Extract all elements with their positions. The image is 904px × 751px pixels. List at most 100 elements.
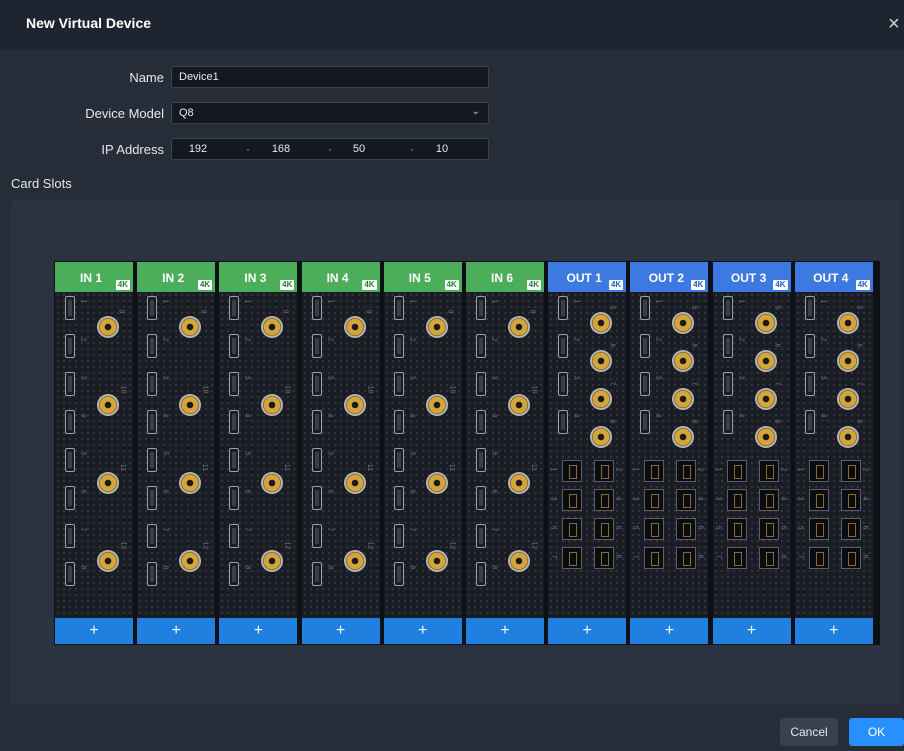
card-slot[interactable]: OUT 3 4K 1 2 3 4 5 6 7 8 1 2 3 4 5 6 7 8 +: [712, 262, 791, 644]
port-number: 4: [654, 413, 662, 418]
hdmi-port-icon: [722, 296, 733, 320]
port-number: 3: [549, 496, 557, 501]
hdmi-port-icon: [147, 562, 158, 586]
close-icon[interactable]: ×: [888, 12, 904, 36]
rj45-port-icon: [808, 489, 829, 511]
rj45-port-icon: [644, 547, 665, 569]
port-number: 2: [819, 337, 827, 342]
cancel-button[interactable]: Cancel: [780, 718, 838, 746]
port-number: 7: [690, 381, 698, 386]
add-card-button[interactable]: +: [548, 618, 627, 644]
card-slot[interactable]: IN 6 4K 1 2 3 4 5 6 7 8 9 10 11 12 +: [466, 262, 544, 644]
card-ports: 1 2 3 4 5 6 7 8 9 10 11 12: [55, 292, 133, 618]
card-header: OUT 2 4K: [630, 262, 709, 292]
port-number: 3: [326, 375, 334, 380]
device-model-value: Q8: [179, 107, 194, 119]
port-number: 11: [283, 463, 291, 472]
port-number: 3: [796, 496, 804, 501]
name-input[interactable]: Device1: [171, 66, 489, 88]
bnc-connector-icon: [672, 312, 695, 334]
rj45-port-icon: [562, 547, 583, 569]
card-slot[interactable]: IN 4 4K 1 2 3 4 5 6 7 8 9 10 11 12 +: [301, 262, 380, 644]
rj45-port-icon: [808, 460, 829, 482]
hdmi-port-icon: [147, 486, 158, 510]
add-card-button[interactable]: +: [55, 618, 133, 644]
ip-octet-2[interactable]: 168: [261, 143, 301, 155]
bnc-connector-icon: [754, 426, 777, 448]
hdmi-port-icon: [147, 296, 158, 320]
port-number: 12: [119, 541, 127, 550]
bnc-connector-icon: [179, 316, 202, 338]
card-slot[interactable]: OUT 2 4K 1 2 3 4 5 6 7 8 1 2 3 4 5 6 7 8 +: [630, 262, 709, 644]
hdmi-port-icon: [640, 296, 651, 320]
port-number: 1: [490, 299, 498, 304]
bnc-connector-icon: [179, 550, 202, 572]
card-ports: 1 2 3 4 5 6 7 8 9 10 11 12: [466, 292, 544, 618]
ip-octet-4[interactable]: 10: [422, 143, 462, 155]
card-slot[interactable]: OUT 1 4K 1 2 3 4 5 6 7 8 1 2 3 4 5 6 7 8 +: [548, 262, 627, 644]
add-card-button[interactable]: +: [712, 618, 791, 644]
add-card-button[interactable]: +: [137, 618, 216, 644]
rj45-port-icon: [594, 518, 615, 540]
hdmi-port-icon: [393, 334, 404, 358]
add-card-button[interactable]: +: [630, 618, 709, 644]
chevron-down-icon: ⌄: [471, 106, 480, 117]
card-slot[interactable]: IN 3 4K 1 2 3 4 5 6 7 8 9 10 11 12 +: [219, 262, 298, 644]
rj45-port-icon: [726, 518, 747, 540]
name-value: Device1: [179, 71, 219, 83]
4k-badge: 4K: [526, 280, 541, 290]
add-card-button[interactable]: +: [219, 618, 298, 644]
add-card-button[interactable]: +: [383, 618, 462, 644]
card-slot[interactable]: OUT 4 4K 1 2 3 4 5 6 7 8 1 2 3 4 5 6 7 8 +: [794, 262, 873, 644]
dialog-title: New Virtual Device: [26, 15, 152, 31]
hdmi-port-icon: [229, 486, 240, 510]
device-model-select[interactable]: Q8 ⌄: [171, 102, 489, 124]
ip-octet-1[interactable]: 192: [178, 143, 218, 155]
device-model-label: Device Model: [85, 106, 164, 121]
card-header: IN 5 4K: [383, 262, 462, 292]
hdmi-port-icon: [476, 372, 486, 396]
card-slot[interactable]: IN 5 4K 1 2 3 4 5 6 7 8 9 10 11 12 +: [383, 262, 462, 644]
port-number: 1: [796, 467, 804, 472]
bnc-connector-icon: [590, 312, 613, 334]
card-slot[interactable]: IN 1 4K 1 2 3 4 5 6 7 8 9 10 11 12 +: [55, 262, 133, 644]
rj45-port-icon: [726, 489, 747, 511]
ok-button[interactable]: OK: [849, 718, 904, 746]
port-number: 8: [614, 554, 622, 559]
hdmi-port-icon: [722, 372, 733, 396]
port-number: 8: [161, 565, 169, 570]
rj45-port-icon: [758, 518, 779, 540]
port-number: 8: [243, 565, 251, 570]
add-card-button[interactable]: +: [301, 618, 380, 644]
rj45-port-icon: [808, 518, 829, 540]
hdmi-port-icon: [147, 410, 158, 434]
ip-octet-3[interactable]: 50: [339, 143, 379, 155]
hdmi-port-icon: [393, 296, 404, 320]
rj45-port-icon: [644, 460, 665, 482]
ip-separator: ·: [328, 142, 332, 156]
port-number: 7: [549, 554, 557, 559]
port-number: 12: [365, 541, 373, 550]
port-number: 7: [79, 527, 87, 532]
port-number: 5: [161, 451, 169, 456]
port-number: 2: [79, 337, 87, 342]
rj45-port-icon: [676, 489, 697, 511]
rj45-port-icon: [594, 460, 615, 482]
rj45-port-icon: [676, 518, 697, 540]
add-card-button[interactable]: +: [794, 618, 873, 644]
bnc-connector-icon: [343, 316, 366, 338]
port-number: 7: [490, 527, 498, 532]
4k-badge: 4K: [608, 280, 624, 290]
hdmi-port-icon: [393, 486, 404, 510]
hdmi-port-icon: [804, 372, 815, 396]
add-card-button[interactable]: +: [466, 618, 544, 644]
bnc-connector-icon: [754, 388, 777, 410]
port-number: 6: [326, 489, 334, 494]
hdmi-port-icon: [65, 562, 75, 586]
bnc-connector-icon: [261, 316, 284, 338]
bnc-connector-icon: [425, 394, 448, 416]
port-number: 9: [117, 309, 125, 314]
card-slot[interactable]: IN 2 4K 1 2 3 4 5 6 7 8 9 10 11 12 +: [137, 262, 216, 644]
port-number: 3: [161, 375, 169, 380]
port-number: 2: [408, 337, 416, 342]
